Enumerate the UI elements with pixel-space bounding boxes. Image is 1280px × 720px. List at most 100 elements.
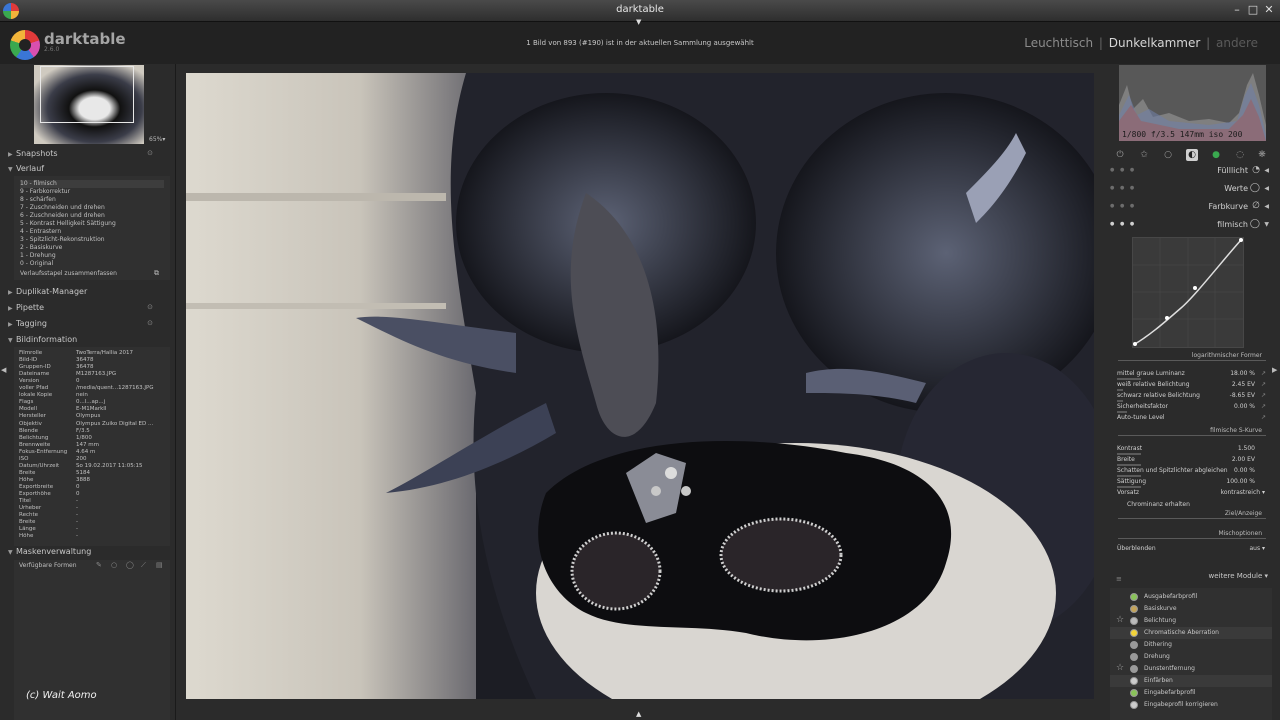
blend-mode-combobox[interactable]: Überblenden aus ▾ <box>1117 545 1267 556</box>
module-controls[interactable]: ● ● ● <box>1110 221 1136 227</box>
correct-group-icon[interactable]: ◌ <box>1234 149 1246 161</box>
preset-combobox[interactable]: Vorsatz kontrastreich ▾ <box>1117 489 1267 500</box>
collapse-arrow-icon[interactable]: ▼ <box>1264 221 1269 228</box>
slider-track[interactable] <box>1117 475 1141 477</box>
brush-shape-icon[interactable]: ✎ <box>96 561 102 569</box>
module-list-item[interactable]: Einfärben <box>1110 675 1272 687</box>
slider-value[interactable]: 100.00 % <box>1226 478 1255 485</box>
slider-value[interactable]: 0.00 % <box>1234 403 1255 410</box>
module-list-item[interactable]: ☆ Dunstentfernung <box>1110 663 1272 675</box>
expand-arrow-icon[interactable]: ◀ <box>1264 203 1269 210</box>
module-list-item[interactable]: Eingabeprofil korrigieren <box>1110 699 1272 711</box>
view-lighttable[interactable]: Leuchttisch <box>1024 36 1093 50</box>
view-other[interactable]: andere <box>1216 36 1258 50</box>
section-duplicate-manager[interactable]: ▶ Duplikat-Manager <box>8 287 168 299</box>
main-image[interactable] <box>186 73 1094 699</box>
favorite-star-icon[interactable]: ☆ <box>1116 615 1124 625</box>
power-icon[interactable]: ⏻ <box>1114 149 1126 161</box>
slider-track[interactable] <box>1117 378 1141 380</box>
effect-group-icon[interactable]: ❋ <box>1256 149 1268 161</box>
color-picker-icon[interactable]: ↗ <box>1261 403 1266 410</box>
bottom-panel-toggle[interactable]: ▲ <box>636 710 641 718</box>
path-shape-icon[interactable]: ⟋ <box>141 561 146 570</box>
history-item[interactable]: 5 - Kontrast Helligkeit Sättigung <box>20 220 116 228</box>
module-fill-light[interactable]: ● ● ● Fülllicht ◔ ◀ <box>1108 163 1270 181</box>
favorites-icon[interactable]: ✩ <box>1138 149 1150 161</box>
close-button[interactable]: ✕ <box>1262 3 1276 16</box>
slider-value[interactable]: 2.00 EV <box>1232 456 1255 463</box>
module-list-item[interactable]: ☆ Belichtung <box>1110 615 1272 627</box>
history-item[interactable]: 1 - Drehung <box>20 252 56 260</box>
history-item[interactable]: 6 - Zuschneiden und drehen <box>20 212 105 220</box>
ellipse-shape-icon[interactable]: ◯ <box>126 561 134 569</box>
top-panel-toggle[interactable]: ▼ <box>636 18 641 26</box>
module-levels[interactable]: ● ● ● Werte ◯ ◀ <box>1108 181 1270 199</box>
module-list-item[interactable]: Basiskurve <box>1110 603 1272 615</box>
module-list-item[interactable]: Eingabefarbprofil <box>1110 687 1272 699</box>
history-item[interactable]: 7 - Zuschneiden und drehen <box>20 204 105 212</box>
module-list-item[interactable]: Dithering <box>1110 639 1272 651</box>
section-snapshots[interactable]: ▶ Snapshots ⊙ <box>8 149 168 161</box>
slider-track[interactable] <box>1117 453 1141 455</box>
slider-value[interactable]: -8.65 EV <box>1230 392 1255 399</box>
history-item[interactable]: 2 - Basiskurve <box>20 244 62 252</box>
module-color-curve[interactable]: ● ● ● Farbkurve ∅ ◀ <box>1108 199 1270 217</box>
slider-params-curve[interactable]: Sättigung 100.00 % <box>1117 478 1267 489</box>
blend-value[interactable]: aus ▾ <box>1249 545 1265 552</box>
color-picker-icon[interactable]: ↗ <box>1261 381 1266 388</box>
history-item[interactable]: 0 - Original <box>20 260 53 268</box>
navigation-thumbnail[interactable] <box>34 65 144 144</box>
tone-group-icon[interactable]: ◐ <box>1186 149 1198 161</box>
right-panel-toggle[interactable]: ▶ <box>1272 366 1277 374</box>
slider-params-curve[interactable]: Breite 2.00 EV <box>1117 456 1267 467</box>
navigation-viewport[interactable] <box>40 66 134 123</box>
module-filmic[interactable]: ● ● ● filmisch ◯ ▼ <box>1108 217 1270 235</box>
slider-params-curve[interactable]: Schatten und Spitzlichter abgleichen 0.00… <box>1117 467 1267 478</box>
section-mask-manager[interactable]: ▼ Maskenverwaltung <box>8 547 168 559</box>
section-history[interactable]: ▼ Verlauf <box>8 164 168 176</box>
slider-value[interactable]: 2.45 EV <box>1232 381 1255 388</box>
color-group-icon[interactable]: ● <box>1210 149 1222 161</box>
more-modules-dropdown[interactable]: weitere Module ▾ <box>1110 572 1272 580</box>
maximize-button[interactable]: □ <box>1246 3 1260 16</box>
history-item[interactable]: 4 - Entrastern <box>20 228 61 236</box>
section-destination[interactable]: Ziel/Anzeige <box>1118 510 1266 519</box>
reset-icon[interactable]: ⊙ <box>147 303 153 311</box>
module-controls[interactable]: ● ● ● <box>1110 203 1136 209</box>
filmic-curve-graph[interactable] <box>1132 237 1244 348</box>
reset-icon[interactable]: ⊙ <box>147 319 153 327</box>
zoom-level[interactable]: 65%▾ <box>149 136 165 143</box>
slider-value[interactable]: 1.500 <box>1238 445 1255 452</box>
basic-group-icon[interactable]: ○ <box>1162 149 1174 161</box>
module-list-item[interactable]: Ausgabefarbprofil <box>1110 591 1272 603</box>
slider-params-log[interactable]: mittel graue Luminanz 18.00 % ↗ <box>1117 370 1267 381</box>
circle-shape-icon[interactable]: ○ <box>111 561 117 569</box>
section-pipette[interactable]: ▶ Pipette ⊙ <box>8 303 168 315</box>
section-tagging[interactable]: ▶ Tagging ⊙ <box>8 319 168 331</box>
module-controls[interactable]: ● ● ● <box>1110 167 1136 173</box>
expand-arrow-icon[interactable]: ◀ <box>1264 185 1269 192</box>
slider-params-log[interactable]: schwarz relative Belichtung -8.65 EV ↗ <box>1117 392 1267 403</box>
slider-value[interactable]: 0.00 % <box>1234 467 1255 474</box>
history-item[interactable]: 8 - schärfen <box>20 196 56 204</box>
color-picker-icon[interactable]: ↗ <box>1261 392 1266 399</box>
expand-arrow-icon[interactable]: ◀ <box>1264 167 1269 174</box>
history-compress-button[interactable]: Verlaufsstapel zusammenfassen <box>20 270 117 277</box>
slider-params-log[interactable]: Auto-tune Level ↗ <box>1117 414 1267 425</box>
gradient-shape-icon[interactable]: ▤ <box>156 561 163 569</box>
color-picker-icon[interactable]: ↗ <box>1261 414 1266 421</box>
view-darkroom[interactable]: Dunkelkammer <box>1109 36 1200 50</box>
slider-track[interactable] <box>1117 411 1127 413</box>
slider-value[interactable]: 18.00 % <box>1230 370 1255 377</box>
slider-track[interactable] <box>1117 486 1141 488</box>
slider-params-log[interactable]: Sicherheitsfaktor 0.00 % ↗ <box>1117 403 1267 414</box>
slider-params-log[interactable]: weiß relative Belichtung 2.45 EV ↗ <box>1117 381 1267 392</box>
color-picker-icon[interactable]: ↗ <box>1261 370 1266 377</box>
history-item[interactable]: 3 - Spitzlicht-Rekonstruktion <box>20 236 105 244</box>
module-list-item[interactable]: Chromatische Aberration <box>1110 627 1272 639</box>
reset-icon[interactable]: ⊙ <box>147 149 153 157</box>
history-item[interactable]: 9 - Farbkorrektur <box>20 188 70 196</box>
favorite-star-icon[interactable]: ☆ <box>1116 663 1124 673</box>
slider-track[interactable] <box>1117 464 1141 466</box>
slider-track[interactable] <box>1117 400 1123 402</box>
